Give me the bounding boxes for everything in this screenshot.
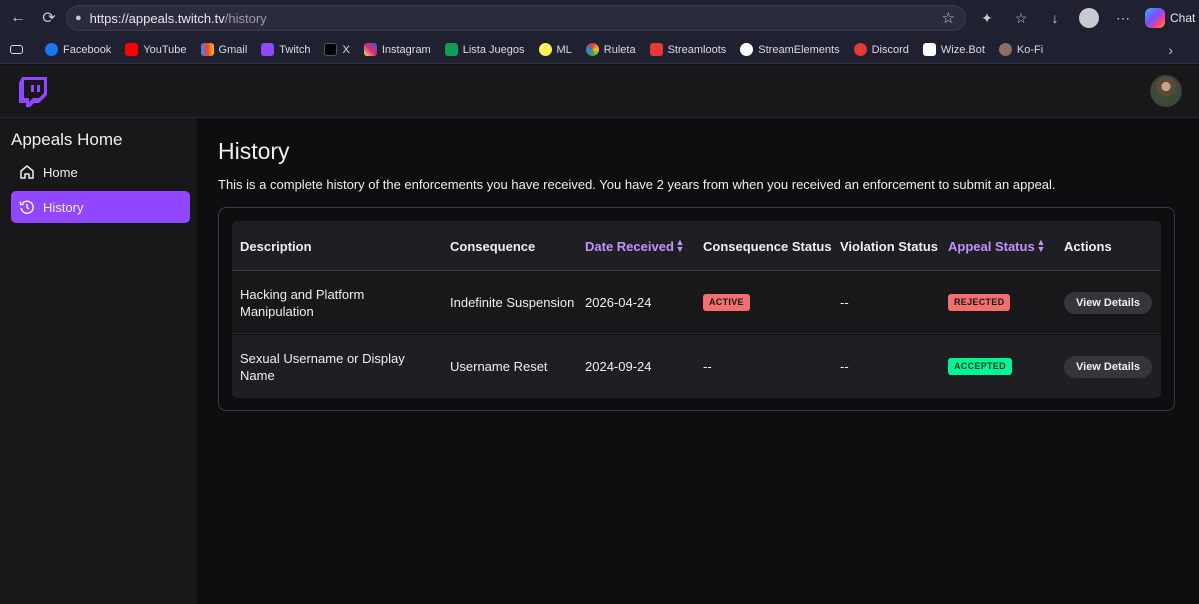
instagram-icon bbox=[363, 43, 377, 56]
wizebot-icon bbox=[922, 43, 936, 56]
mercadolibre-icon bbox=[538, 43, 552, 56]
bookmarks-bar: Facebook YouTube Gmail Twitch X Instagra… bbox=[0, 36, 1199, 64]
cell-date-received: 2024-09-24 bbox=[585, 359, 652, 374]
bookmark-youtube[interactable]: YouTube bbox=[125, 43, 187, 56]
view-details-button[interactable]: View Details bbox=[1064, 291, 1152, 314]
header-actions: Actions bbox=[1064, 238, 1112, 254]
bookmark-streamelements[interactable]: StreamElements bbox=[740, 43, 840, 56]
bookmark-ruleta[interactable]: Ruleta bbox=[585, 43, 636, 56]
favorite-star-icon[interactable]: ☆ bbox=[942, 9, 955, 27]
view-details-button[interactable]: View Details bbox=[1064, 355, 1152, 378]
bookmarks-icon[interactable] bbox=[10, 45, 23, 54]
streamelements-icon bbox=[740, 43, 754, 56]
youtube-icon bbox=[125, 43, 139, 56]
cell-violation-status: -- bbox=[840, 359, 849, 374]
enforcement-table: Description Consequence Date Received ▲ ▼… bbox=[232, 221, 1161, 398]
chevron-right-icon[interactable]: › bbox=[1168, 42, 1173, 58]
discord-icon bbox=[853, 43, 867, 56]
bookmark-streamloots[interactable]: Streamloots bbox=[649, 43, 726, 56]
roulette-icon bbox=[585, 43, 599, 56]
url-host: https://appeals.twitch.tv bbox=[89, 10, 225, 26]
table-header: Description Consequence Date Received ▲ ▼… bbox=[232, 221, 1161, 271]
bookmark-twitch[interactable]: Twitch bbox=[261, 43, 310, 56]
bookmark-kofi[interactable]: Ko-Fi bbox=[998, 43, 1043, 56]
chat-label: Chat bbox=[1170, 11, 1196, 25]
downloads-icon[interactable]: ↓ bbox=[1043, 6, 1067, 30]
cell-appeal-status: ACCEPTED bbox=[948, 335, 1048, 398]
profile-icon[interactable] bbox=[1077, 6, 1101, 30]
x-icon bbox=[324, 43, 338, 56]
user-avatar[interactable] bbox=[1150, 75, 1182, 107]
bookmark-instagram[interactable]: Instagram bbox=[363, 43, 431, 56]
bookmark-discord[interactable]: Discord bbox=[853, 43, 909, 56]
cell-consequence-status: ACTIVE bbox=[703, 271, 833, 334]
status-badge: REJECTED bbox=[948, 294, 1011, 311]
gmail-icon bbox=[200, 43, 214, 56]
bookmark-ml[interactable]: ML bbox=[538, 43, 572, 56]
main-content: History This is a complete history of th… bbox=[197, 118, 1199, 604]
cell-description: Hacking and Platform Manipulation bbox=[240, 286, 365, 319]
sort-icon[interactable]: ▲ ▼ bbox=[1036, 238, 1046, 254]
back-arrow-icon[interactable]: ← bbox=[5, 5, 31, 31]
copilot-icon bbox=[1145, 8, 1165, 28]
cell-consequence: Indefinite Suspension bbox=[450, 295, 575, 310]
cell-violation-status: -- bbox=[840, 295, 849, 310]
bookmark-gmail[interactable]: Gmail bbox=[200, 43, 247, 56]
header-appeal-status[interactable]: Appeal Status bbox=[948, 229, 1048, 263]
cell-actions: View Details bbox=[1064, 335, 1154, 398]
extensions-icon[interactable]: ✦ bbox=[975, 6, 999, 30]
header-description: Description bbox=[240, 238, 312, 254]
sidebar-item-label: History bbox=[43, 199, 84, 215]
sidebar-item-history[interactable]: History bbox=[11, 191, 190, 223]
favorites-icon[interactable]: ☆ bbox=[1009, 6, 1033, 30]
toolbar-actions: ✦ ☆ ↓ ⋯ Chat bbox=[975, 5, 1195, 31]
twitch-icon bbox=[261, 43, 275, 56]
url-path: /history bbox=[224, 10, 267, 26]
header-violation-status: Violation Status bbox=[840, 238, 938, 254]
sidebar-title: Appeals Home bbox=[11, 130, 123, 149]
site-info-icon[interactable]: ● bbox=[75, 12, 82, 24]
site-header bbox=[0, 65, 1199, 118]
bookmark-x[interactable]: X bbox=[324, 43, 350, 56]
browser-toolbar: ← ⟳ ● https://appeals.twitch.tv/history … bbox=[0, 0, 1199, 36]
twitch-logo-icon[interactable] bbox=[19, 77, 47, 107]
facebook-icon bbox=[45, 43, 58, 56]
status-badge: ACCEPTED bbox=[948, 358, 1012, 375]
cell-consequence-status: -- bbox=[703, 359, 712, 374]
table-row: Sexual Username or Display Name Username… bbox=[232, 335, 1161, 398]
sidebar-item-label: Home bbox=[43, 164, 78, 180]
sheets-icon bbox=[444, 43, 458, 56]
cell-description: Sexual Username or Display Name bbox=[240, 350, 405, 383]
header-consequence: Consequence bbox=[450, 238, 536, 254]
history-icon bbox=[19, 200, 34, 214]
streamloots-icon bbox=[649, 43, 663, 56]
history-card: Description Consequence Date Received ▲ ▼… bbox=[218, 207, 1175, 411]
copilot-chat-button[interactable]: Chat bbox=[1145, 8, 1195, 28]
table-row: Hacking and Platform Manipulation Indefi… bbox=[232, 271, 1161, 334]
status-badge: ACTIVE bbox=[703, 294, 750, 311]
sidebar-item-home[interactable]: Home bbox=[11, 156, 190, 188]
cell-appeal-status: REJECTED bbox=[948, 271, 1048, 334]
bookmark-lista-juegos[interactable]: Lista Juegos bbox=[444, 43, 525, 56]
header-consequence-status: Consequence Status bbox=[703, 238, 832, 254]
cell-date-received: 2026-04-24 bbox=[585, 295, 652, 310]
address-bar[interactable]: ● https://appeals.twitch.tv/history ☆ bbox=[66, 5, 966, 31]
home-icon bbox=[20, 165, 34, 179]
page-description: This is a complete history of the enforc… bbox=[218, 177, 1056, 192]
bookmark-facebook[interactable]: Facebook bbox=[45, 43, 111, 56]
sort-icon[interactable]: ▲ ▼ bbox=[675, 238, 685, 254]
sidebar: Appeals Home Home History bbox=[0, 118, 197, 604]
bookmark-wizebot[interactable]: Wize.Bot bbox=[922, 43, 985, 56]
cell-actions: View Details bbox=[1064, 271, 1154, 334]
cell-consequence: Username Reset bbox=[450, 359, 548, 374]
page-title: History bbox=[218, 138, 290, 164]
reload-icon[interactable]: ⟳ bbox=[36, 5, 62, 31]
more-menu-icon[interactable]: ⋯ bbox=[1111, 6, 1135, 30]
kofi-icon bbox=[998, 43, 1012, 56]
